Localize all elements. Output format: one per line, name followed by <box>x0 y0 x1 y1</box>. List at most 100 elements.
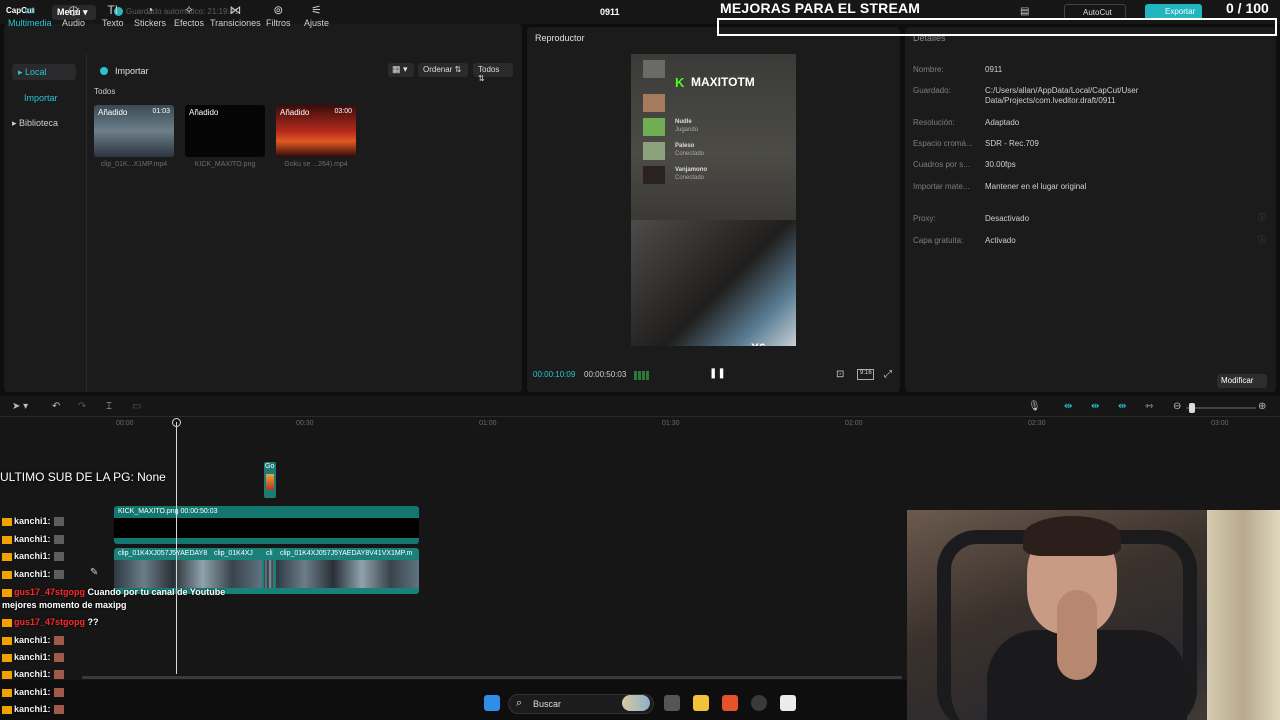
zoom-in-icon[interactable]: ⊕ <box>1258 401 1266 412</box>
video-preview[interactable]: K MAXITOTM Nudle Jugando Paleso Conectado … <box>631 54 796 346</box>
transition-icon: ⋈ <box>229 3 242 17</box>
chat-message: kanchi1: <box>2 569 64 580</box>
brave-browser-icon[interactable] <box>722 695 738 711</box>
stream-goal-counter: 0 / 100 <box>1226 0 1269 16</box>
edit-icon[interactable]: ✎ <box>90 567 98 578</box>
timeline-clip-image[interactable]: KICK_MAXITO.png 00:00:50:03 <box>114 506 419 544</box>
chat-message: kanchi1: <box>2 516 64 527</box>
sidebar-item-local[interactable]: ▸ Local <box>12 64 76 80</box>
sort-button[interactable]: Ordenar ⇅ <box>418 63 468 77</box>
ruler-label: 01:00 <box>479 420 497 427</box>
weather-icon[interactable] <box>622 695 650 711</box>
timeline-divider <box>0 416 1280 417</box>
zoom-out-icon[interactable]: ⊖ <box>1173 401 1181 412</box>
detail-label: Resolución: <box>913 118 955 127</box>
multimedia-icon: ▭ <box>24 3 36 17</box>
detail-label: Capa gratuita: <box>913 236 964 245</box>
media-item[interactable]: Añadido 01:03 <box>94 105 174 157</box>
preview-axis-icon[interactable]: ⇿ <box>1145 401 1153 412</box>
total-time: 00:00:50:03 <box>584 370 627 379</box>
select-tool-icon[interactable]: ➤ ▾ <box>12 401 28 412</box>
timeline-scrollbar[interactable] <box>82 676 902 679</box>
tool-stickers[interactable]: ◔ Stickers <box>134 2 166 28</box>
detail-value: Adaptado <box>985 118 1020 127</box>
timeline-clip[interactable]: Go <box>264 462 276 498</box>
webcam-overlay <box>907 510 1280 720</box>
stream-goal-bar <box>717 18 1277 36</box>
chat-message: kanchi1: <box>2 534 64 545</box>
media-item-name: KICK_MAXITO.png <box>194 161 256 168</box>
import-button[interactable]: Importar <box>115 66 149 76</box>
tool-audio[interactable]: ◷ Audio <box>62 2 85 28</box>
detail-value: Mantener en el lugar original <box>985 182 1087 191</box>
kick-row: Nudle Jugando <box>643 118 793 138</box>
tool-multimedia[interactable]: ▭ Multimedia <box>8 2 52 28</box>
kick-row: Paleso Conectado <box>643 142 793 162</box>
ruler-label: 00:00 <box>116 420 134 427</box>
zoom-slider-handle[interactable] <box>1189 403 1195 413</box>
multiplier-label: X6 <box>751 341 766 346</box>
filter-button[interactable]: Todos ⇅ <box>473 63 513 83</box>
tool-ajuste[interactable]: ⚟ Ajuste <box>304 2 329 28</box>
magnet-icon[interactable]: ⇹ <box>1091 401 1099 412</box>
media-item[interactable]: Añadido 03:00 <box>276 105 356 157</box>
taskbar-search-label: Buscar <box>533 699 562 709</box>
view-toggle-button[interactable]: ▦ ▾ <box>388 63 414 77</box>
zoom-slider[interactable] <box>1186 407 1256 409</box>
kick-row: Vanjamono Conectado <box>643 166 793 186</box>
mic-icon[interactable]: 🎙 <box>1028 401 1041 412</box>
undo-icon[interactable]: ↶ <box>52 401 60 412</box>
ruler-label: 00:30 <box>296 420 314 427</box>
aspect-ratio-button[interactable]: 9:16 <box>857 369 874 380</box>
project-title: 0911 <box>600 7 620 17</box>
windows-start-icon[interactable] <box>484 695 500 711</box>
split-icon[interactable]: ⌶ <box>106 401 112 412</box>
chat-message: kanchi1: <box>2 704 64 715</box>
snap-icon[interactable]: ⇹ <box>1118 401 1126 412</box>
filter-icon: ⊚ <box>273 3 284 17</box>
capcut-taskbar-icon[interactable] <box>780 695 796 711</box>
detail-label: Espacio cromá... <box>913 139 973 148</box>
info-icon[interactable]: ⓘ <box>1258 212 1266 223</box>
chat-message: kanchi1: <box>2 669 64 680</box>
modify-button[interactable]: Modificar <box>1217 374 1267 388</box>
media-panel <box>4 24 522 392</box>
tool-filtros[interactable]: ⊚ Filtros <box>266 2 291 28</box>
adjust-icon: ⚟ <box>311 3 322 17</box>
audio-icon: ◷ <box>68 3 79 17</box>
ruler-label: 03:00 <box>1211 420 1229 427</box>
audio-meter <box>634 371 650 380</box>
grid-icon: ▦ ▾ <box>392 64 408 74</box>
chat-message: kanchi1: <box>2 635 64 646</box>
task-view-icon[interactable] <box>664 695 680 711</box>
sidebar-item-importar[interactable]: Importar <box>24 93 58 103</box>
fullscreen-icon[interactable]: ⤢ <box>884 369 892 380</box>
sidebar-item-biblioteca[interactable]: ▸ Biblioteca <box>12 118 58 129</box>
media-item[interactable]: Añadido <box>185 105 265 157</box>
current-time: 00:00:10:09 <box>533 370 576 379</box>
pause-icon[interactable]: ❚❚ <box>709 368 726 379</box>
tool-texto[interactable]: TI Texto <box>102 2 124 28</box>
import-icon <box>100 67 108 75</box>
tool-transiciones[interactable]: ⋈ Transiciones <box>210 2 261 28</box>
file-explorer-icon[interactable] <box>693 695 709 711</box>
detail-label: Proxy: <box>913 214 936 223</box>
detail-label: Nombre: <box>913 65 944 74</box>
delete-icon[interactable]: ▭ <box>132 401 141 412</box>
info-icon[interactable]: ⓘ <box>1258 234 1266 245</box>
tool-efectos[interactable]: ✧ Efectos <box>174 2 204 28</box>
link-icon[interactable]: ⇹ <box>1064 401 1072 412</box>
layout-icon[interactable]: ▤ <box>1020 6 1029 17</box>
video-webcam-frame <box>631 220 796 346</box>
obs-icon[interactable] <box>751 695 767 711</box>
details-panel <box>905 27 1276 392</box>
stream-goal-title: MEJORAS PARA EL STREAM <box>720 0 921 16</box>
snapshot-icon[interactable]: ⊡ <box>836 369 844 380</box>
detail-value: 0911 <box>985 65 1003 74</box>
redo-icon[interactable]: ↷ <box>78 401 86 412</box>
playhead[interactable] <box>176 422 177 674</box>
chat-message: gus17_47stgopg ?? <box>2 617 99 627</box>
ruler-label: 01:30 <box>662 420 680 427</box>
detail-value: SDR - Rec.709 <box>985 139 1039 148</box>
media-item-name: Goku se ...264).mp4 <box>284 161 348 168</box>
